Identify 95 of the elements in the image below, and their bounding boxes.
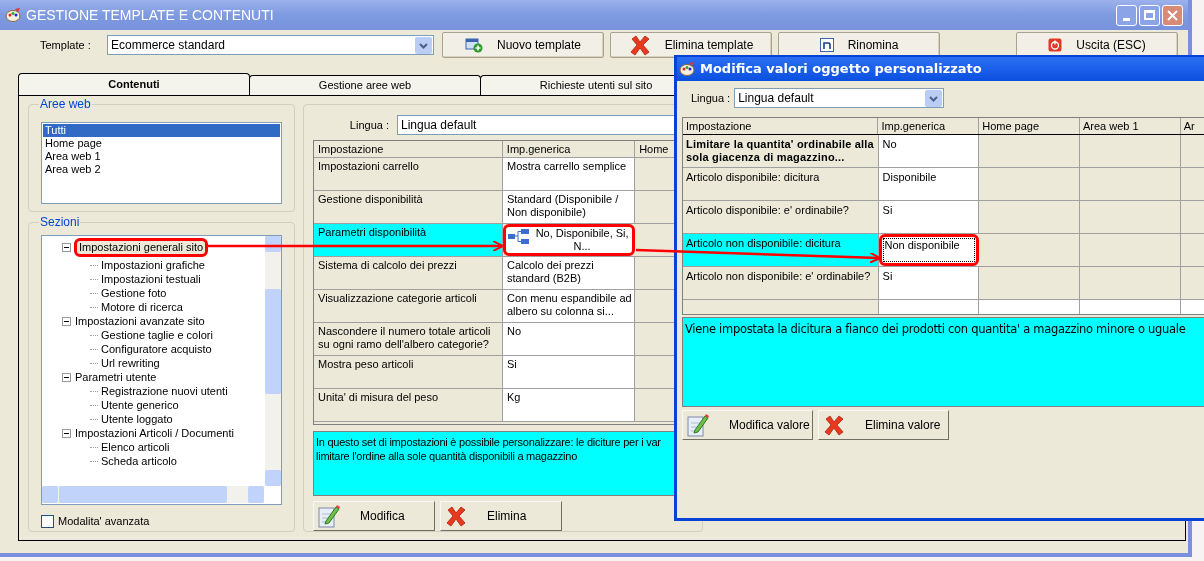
close-button[interactable] xyxy=(1162,4,1183,26)
setting-name[interactable]: Articolo disponibile: e' ordinabile? xyxy=(683,201,879,233)
delete-button[interactable]: Elimina xyxy=(440,501,562,531)
window-title: GESTIONE TEMPLATE E CONTENUTI xyxy=(26,5,274,25)
setting-name[interactable]: Impostazioni carrello xyxy=(314,158,503,190)
edit-button[interactable]: Modifica xyxy=(313,501,435,531)
cross-icon xyxy=(445,505,467,527)
value-cell[interactable]: Si xyxy=(878,201,980,233)
tree-item[interactable]: Utente loggato xyxy=(100,412,174,426)
group-title: Sezioni xyxy=(39,215,81,229)
letter-n-icon xyxy=(819,38,834,52)
tree-item[interactable]: Impostazioni avanzate sito xyxy=(74,314,206,328)
value-cell[interactable]: Si xyxy=(878,267,980,299)
collapse-icon[interactable] xyxy=(62,372,71,382)
column-header[interactable]: Ar xyxy=(1180,118,1204,134)
setting-name[interactable]: Articolo non disponibile: e' ordinabile? xyxy=(683,267,879,299)
toolbar-button[interactable]: Rinomina xyxy=(778,32,940,58)
collapse-icon[interactable] xyxy=(62,242,71,252)
toolbar-button[interactable]: Uscita (ESC) xyxy=(1016,32,1178,58)
value-cell[interactable]: No xyxy=(878,135,980,167)
setting-name[interactable]: Articolo non disponibile: dicitura xyxy=(683,234,879,266)
toolbar-button[interactable]: Nuovo template xyxy=(442,32,604,58)
setting-name[interactable]: Limitare la quantita' ordinabile alla sola giacenza di magazzino... xyxy=(683,135,879,167)
language-dropdown[interactable]: Lingua default xyxy=(734,88,945,108)
setting-name[interactable]: Unita' di misura del peso xyxy=(314,389,503,421)
tab[interactable]: Contenuti xyxy=(18,73,250,95)
tree-item[interactable]: Utente generico xyxy=(100,398,180,412)
list-item[interactable]: Area web 2 xyxy=(43,163,280,176)
list-item[interactable]: Tutti xyxy=(43,124,280,137)
tree-item[interactable]: Parametri utente xyxy=(74,370,158,384)
pencil-document-icon xyxy=(318,504,340,528)
column-header[interactable]: Impostazione xyxy=(314,141,503,157)
delete-button[interactable]: Elimina valore xyxy=(818,410,949,440)
setting-name[interactable]: Parametri disponibilità xyxy=(314,224,503,256)
tab[interactable]: Gestione aree web xyxy=(249,75,481,95)
column-header[interactable]: Area web 1 xyxy=(1079,118,1181,134)
tree-item[interactable]: Elenco articoli xyxy=(100,440,171,454)
hierarchy-icon xyxy=(507,229,530,245)
list-item[interactable]: Home page xyxy=(43,137,280,150)
setting-name[interactable]: Mostra peso articoli xyxy=(314,356,503,388)
group-title: Aree web xyxy=(39,97,92,111)
template-dropdown[interactable]: Ecommerce standard xyxy=(107,35,434,55)
language-label: Lingua : xyxy=(348,117,390,133)
column-header[interactable]: Imp.generica xyxy=(502,141,636,157)
pencil-document-icon xyxy=(687,413,709,437)
language-dropdown[interactable]: Lingua default xyxy=(397,115,675,135)
edit-button[interactable]: Modifica valore xyxy=(682,410,813,440)
tree-item[interactable]: Impostazioni testuali xyxy=(100,272,202,286)
tree-item[interactable]: Motore di ricerca xyxy=(100,300,184,314)
value-cell[interactable]: Mostra carrello semplice xyxy=(502,158,636,190)
collapse-icon[interactable] xyxy=(62,316,71,326)
cross-icon xyxy=(823,414,845,436)
setting-name[interactable]: Articolo disponibile: dicitura xyxy=(683,168,879,200)
tree-item[interactable]: Gestione taglie e colori xyxy=(100,328,214,342)
checkbox[interactable] xyxy=(41,514,54,528)
description-text: In questo set di impostazioni è possibile personalizzare: le diciture per i var xyxy=(316,435,661,449)
value-cell[interactable]: No, Disponibile, Si, N... xyxy=(502,224,636,256)
description-text: limitare l'ordine alla sole quantità disponibili a magazzino xyxy=(316,449,578,463)
setting-name[interactable]: Sistema di calcolo dei prezzi xyxy=(314,257,503,289)
setting-name[interactable]: Nascondere il numero totale articoli su ogni ramo dell'albero categorie? xyxy=(314,323,503,355)
value-cell[interactable]: Kg xyxy=(502,389,636,421)
cross-icon xyxy=(628,34,651,56)
tree-item[interactable]: Registrazione nuovi utenti xyxy=(100,384,229,398)
tree-item[interactable]: Url rewriting xyxy=(100,356,161,370)
setting-name[interactable]: Gestione disponibilità xyxy=(314,191,503,223)
collapse-icon[interactable] xyxy=(62,428,71,438)
horizontal-scrollbar[interactable] xyxy=(42,486,264,503)
value-cell[interactable]: Standard (Disponibile / Non disponibile) xyxy=(502,191,636,223)
tree-item[interactable]: Configuratore acquisto xyxy=(100,342,213,356)
description-text: Viene impostata la dicitura a fianco dei prodotti con quantita' a magazzino minore o uguale xyxy=(685,321,1186,338)
close-icon xyxy=(1167,9,1178,21)
tree-item[interactable]: Impostazioni grafiche xyxy=(100,258,206,272)
value-cell[interactable]: Disponibile xyxy=(878,168,980,200)
template-label: Template : xyxy=(39,37,92,53)
power-icon xyxy=(1048,38,1063,52)
toolbar-button[interactable]: Elimina template xyxy=(610,32,772,58)
new-window-icon xyxy=(464,37,483,53)
column-header[interactable]: Impostazione xyxy=(683,118,879,134)
tree-item[interactable]: Impostazioni Articoli / Documenti xyxy=(74,426,235,440)
value-cell[interactable]: Non disponibile xyxy=(878,234,980,266)
tree-item[interactable]: Gestione foto xyxy=(100,286,168,300)
palette-icon xyxy=(5,8,21,22)
palette-icon xyxy=(679,62,695,76)
list-item[interactable]: Area web 1 xyxy=(43,150,280,163)
vertical-scrollbar[interactable] xyxy=(265,236,281,486)
value-cell[interactable]: Si xyxy=(502,356,636,388)
column-header[interactable]: Home page xyxy=(979,118,1080,134)
column-header[interactable]: Imp.generica xyxy=(878,118,980,134)
setting-name[interactable]: Visualizzazione categorie articoli xyxy=(314,290,503,322)
checkbox-label: Modalita' avanzata xyxy=(58,514,150,529)
value-cell[interactable]: Con menu espandibile ad albero su colonna si... xyxy=(502,290,636,322)
tree-item[interactable]: Impostazioni generali sito xyxy=(74,237,209,257)
value-cell[interactable]: Calcolo dei prezzi standard (B2B) xyxy=(502,257,636,289)
value-cell[interactable]: No xyxy=(502,323,636,355)
tree-item[interactable]: Scheda articolo xyxy=(100,454,178,468)
